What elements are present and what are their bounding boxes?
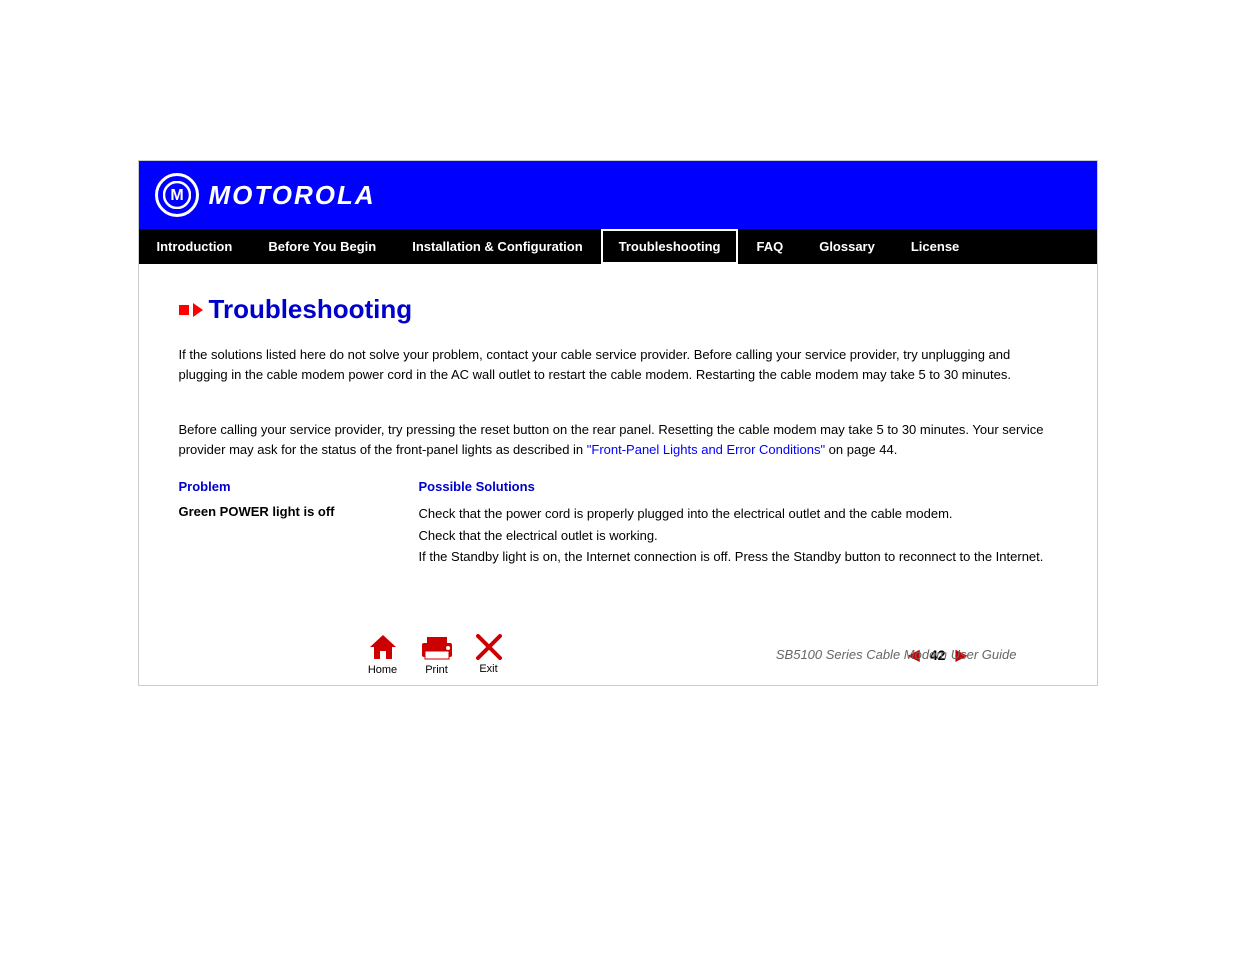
nav-item-faq[interactable]: FAQ (738, 229, 801, 264)
nav-item-troubleshooting[interactable]: Troubleshooting (601, 229, 739, 264)
home-label: Home (368, 664, 397, 676)
print-icon (418, 633, 456, 661)
solution-item-2: Check that the electrical outlet is work… (419, 526, 1057, 546)
solution-item-3: If the Standby light is on, the Internet… (419, 547, 1057, 567)
logo-circle-icon: M (155, 173, 199, 217)
page-title: Troubleshooting (209, 294, 413, 325)
exit-button[interactable]: Exit (476, 634, 502, 675)
nav-item-introduction[interactable]: Introduction (139, 229, 251, 264)
solution-list: Check that the power cord is properly pl… (419, 504, 1057, 567)
intro-paragraph-1: If the solutions listed here do not solv… (179, 345, 1057, 384)
title-square-icon (179, 305, 189, 315)
page-title-container: Troubleshooting (179, 294, 1057, 325)
problem-cell: Green POWER light is off (179, 498, 419, 575)
home-icon (368, 633, 398, 661)
exit-label: Exit (479, 663, 497, 675)
guide-title: SB5100 Series Cable Modem User Guide (776, 647, 1017, 662)
header-logo-bar: M MOTOROLA (139, 161, 1097, 229)
doc-container: M MOTOROLA Introduction Before You Begin… (138, 160, 1098, 686)
svg-text:M: M (170, 187, 183, 204)
brand-name: MOTOROLA (209, 180, 376, 211)
col-problem-header: Problem (179, 475, 419, 498)
exit-icon (476, 634, 502, 660)
home-button[interactable]: Home (368, 633, 398, 676)
table-row: Green POWER light is off Check that the … (179, 498, 1057, 575)
solutions-cell: Check that the power cord is properly pl… (419, 498, 1057, 575)
link-suffix: on page 44. (825, 442, 897, 457)
motorola-m-icon: M (163, 181, 191, 209)
content-area: Troubleshooting If the solutions listed … (139, 264, 1097, 615)
nav-item-installation[interactable]: Installation & Configuration (394, 229, 600, 264)
spacer (179, 400, 1057, 420)
footer-nav: Home Print (139, 615, 1097, 685)
footer-icons: Home Print (368, 633, 502, 676)
title-arrow-icon (193, 303, 203, 317)
title-icon (179, 303, 203, 317)
print-label: Print (425, 664, 448, 676)
nav-item-license[interactable]: License (893, 229, 977, 264)
solution-item-1: Check that the power cord is properly pl… (419, 504, 1057, 524)
motorola-logo: M MOTOROLA (155, 173, 376, 217)
print-button[interactable]: Print (418, 633, 456, 676)
col-solutions-header: Possible Solutions (419, 475, 1057, 498)
nav-bar: Introduction Before You Begin Installati… (139, 229, 1097, 264)
nav-item-glossary[interactable]: Glossary (801, 229, 893, 264)
intro-paragraph-2: Before calling your service provider, tr… (179, 420, 1057, 459)
trouble-table: Problem Possible Solutions Green POWER l… (179, 475, 1057, 575)
nav-item-before-you-begin[interactable]: Before You Begin (250, 229, 394, 264)
page-wrapper: M MOTOROLA Introduction Before You Begin… (0, 0, 1235, 954)
front-panel-link[interactable]: "Front-Panel Lights and Error Conditions… (587, 442, 825, 457)
